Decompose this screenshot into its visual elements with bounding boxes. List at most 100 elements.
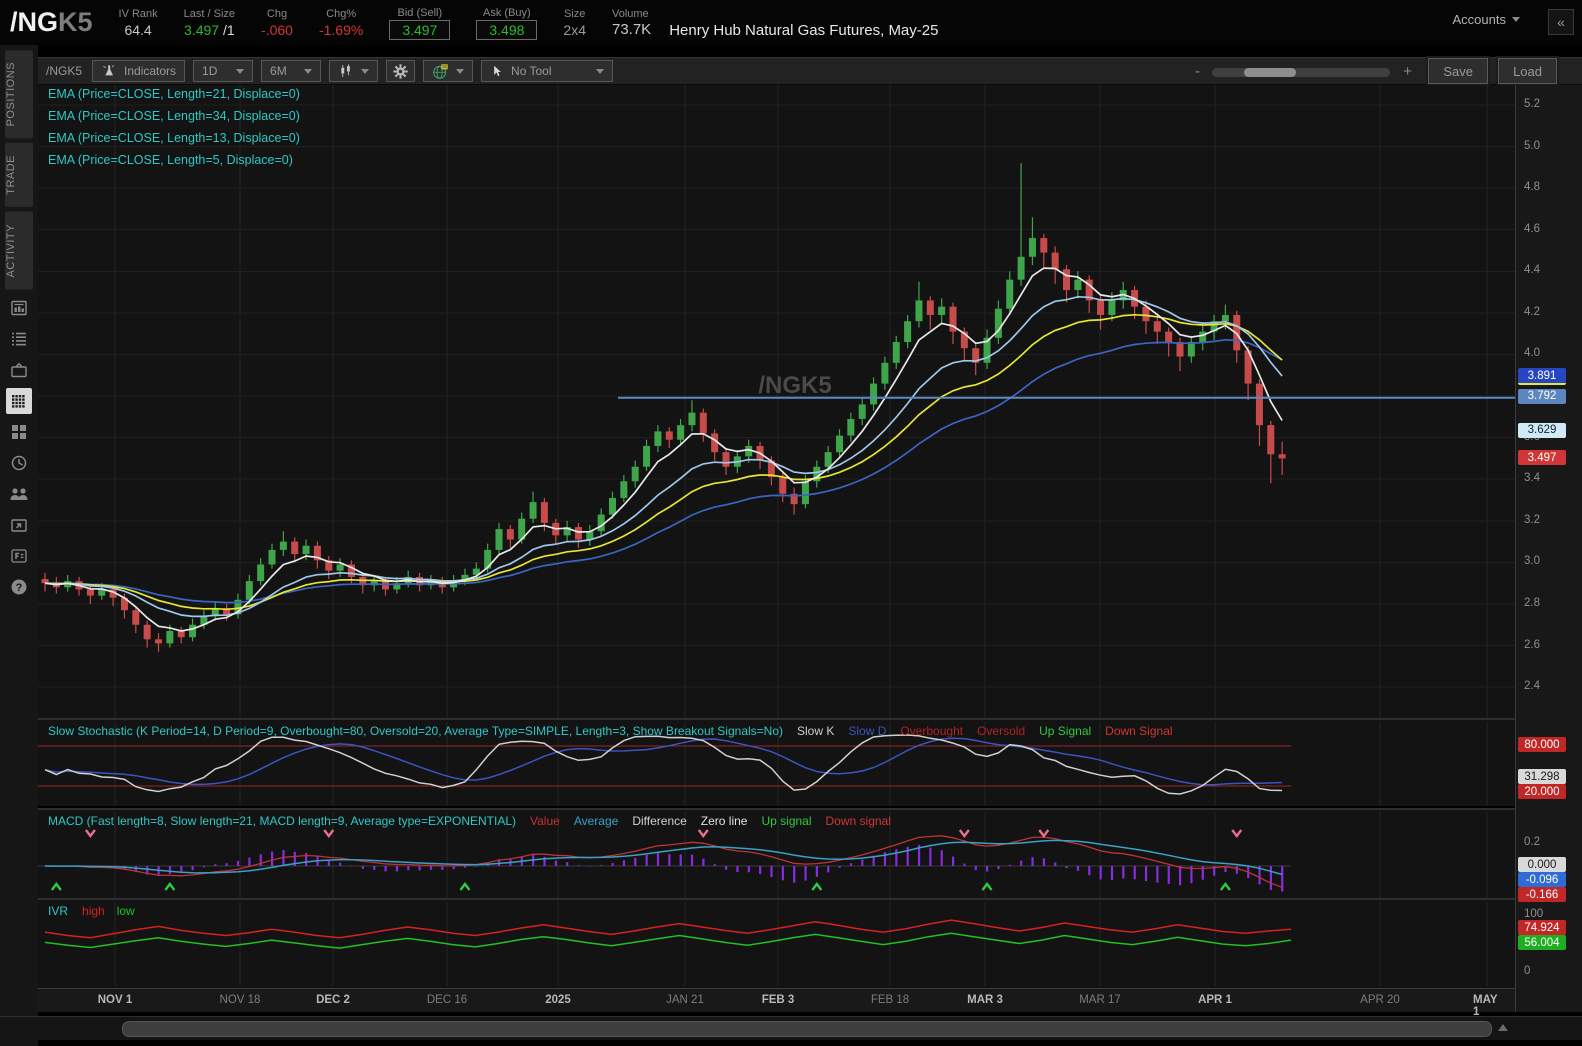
volume-field: Volume 73.7K (612, 7, 651, 39)
chevron-down-icon (361, 68, 370, 74)
active-tool-select[interactable]: No Tool (481, 60, 614, 82)
chg-pct-label: Chg% (326, 7, 357, 20)
price-tick-label: 5.0 (1524, 139, 1540, 152)
size-label: Size (563, 7, 586, 20)
formula-icon[interactable] (6, 543, 32, 569)
collapse-panel-button[interactable]: « (1548, 9, 1574, 35)
last-size-label: Last / Size (183, 7, 236, 20)
ivr-tick-label: 0 (1524, 965, 1531, 977)
ivr-value-bubble: 56.004 (1518, 935, 1566, 951)
ema-34-legend[interactable]: EMA (Price=CLOSE, Length=34, Displace=0) (48, 109, 300, 123)
accounts-menu[interactable]: Accounts (1453, 12, 1520, 27)
time-tick-label: NOV 1 (97, 994, 133, 1006)
iv-rank-field: IV Rank 64.4 (119, 7, 158, 39)
legend-item: Down signal (825, 814, 891, 828)
drawing-tools-select[interactable] (423, 60, 474, 82)
ask-button[interactable]: 3.498 (476, 19, 538, 40)
main-chart-canvas[interactable]: /NGK5 (38, 85, 1515, 718)
stochastic-value-bubble: 80.000 (1518, 737, 1566, 752)
help-icon[interactable]: ? (6, 574, 32, 600)
time-tick-label: JAN 21 (666, 994, 704, 1006)
price-tick-label: 2.6 (1524, 638, 1540, 651)
time-tick-label: DEC 16 (426, 994, 468, 1006)
macd-value-bubble: 0.000 (1518, 857, 1566, 872)
chart-settings-button[interactable] (386, 60, 416, 82)
stochastic-plot-legend: Slow K Slow D Overbought Oversold Up Signal D… (797, 724, 1173, 738)
chg-label: Chg (266, 7, 288, 20)
time-tick-label: FEB 3 (761, 994, 795, 1006)
macd-study-label[interactable]: MACD (Fast length=8, Slow length=21, MAC… (48, 814, 516, 828)
globe-drawings-icon (433, 63, 448, 79)
price-tick-label: 4.6 (1524, 222, 1540, 235)
sidebar-tab-trade[interactable]: TRADE (5, 143, 33, 208)
symbol-title: /NGK5 (0, 7, 93, 38)
ema-5-legend[interactable]: EMA (Price=CLOSE, Length=5, Displace=0) (48, 153, 293, 167)
indicators-button[interactable]: Indicators (92, 60, 186, 82)
indicators-label: Indicators (124, 64, 177, 78)
symbol-suffix: K5 (58, 7, 93, 37)
price-bubble: 3.629 (1518, 422, 1566, 438)
candlestick-icon (341, 64, 350, 77)
inbox-icon[interactable] (6, 512, 32, 538)
time-axis[interactable]: NOV 1 NOV 18 DEC 2 DEC 16 2025 JAN 21 FEB 3 FEB… (38, 988, 1515, 1018)
range-select[interactable]: 6M (261, 60, 322, 82)
sidebar-tab-positions[interactable]: POSITIONS (5, 50, 33, 139)
community-icon[interactable] (6, 481, 32, 507)
toolbar-symbol-label: /NGK5 (46, 64, 83, 78)
ask-field: Ask (Buy) 3.498 (476, 6, 538, 40)
chg-value: -.060 (261, 21, 293, 38)
sidebar-tab-activity[interactable]: ACTIVITY (5, 212, 33, 290)
price-tick-label: 4.0 (1524, 347, 1540, 360)
save-button[interactable]: Save (1428, 58, 1488, 84)
chevron-down-icon (1512, 17, 1520, 22)
ema-21-legend[interactable]: EMA (Price=CLOSE, Length=21, Displace=0) (48, 87, 300, 101)
time-tick-label: MAR 3 (967, 994, 1003, 1006)
price-tick-label: 4.8 (1524, 181, 1540, 194)
legend-item: Zero line (700, 814, 748, 828)
ivr-tick-label: 100 (1524, 908, 1544, 920)
ivr-canvas[interactable] (38, 902, 1515, 986)
scrollbar-handle[interactable] (122, 1021, 1492, 1037)
history-icon[interactable] (6, 450, 32, 476)
iv-rank-value: 64.4 (124, 21, 152, 38)
bid-field: Bid (Sell) 3.497 (389, 6, 451, 40)
chg-pct-value: -1.69% (318, 21, 364, 38)
zoom-out-button[interactable]: - (1195, 63, 1200, 80)
bid-label: Bid (Sell) (397, 6, 443, 19)
bid-button[interactable]: 3.497 (389, 19, 451, 40)
range-value: 6M (270, 64, 287, 78)
zoom-slider-handle[interactable] (1244, 68, 1296, 77)
volume-label: Volume (611, 7, 649, 20)
scroll-arrow-icon[interactable] (1498, 1024, 1508, 1031)
last-size-field: Last / Size 3.497 /1 (184, 7, 235, 39)
tv-icon[interactable] (6, 357, 32, 383)
zoom-slider[interactable] (1212, 68, 1390, 77)
chart-type-select[interactable] (329, 60, 379, 82)
cursor-icon (494, 65, 501, 77)
ivr-plot-legend: high low (82, 904, 135, 918)
ema-13-legend[interactable]: EMA (Price=CLOSE, Length=13, Displace=0) (48, 131, 300, 145)
timeframe-select[interactable]: 1D (193, 60, 254, 82)
legend-item: Slow D (848, 724, 887, 738)
time-tick-label: NOV 18 (219, 994, 261, 1006)
zoom-in-button[interactable]: + (1403, 63, 1412, 80)
last-size-value: /1 (222, 21, 235, 38)
ivr-study-label[interactable]: IVR (48, 904, 68, 918)
ivr-legend-row: IVR high low (48, 904, 135, 918)
time-tick-label: APR 1 (1198, 994, 1232, 1006)
load-button[interactable]: Load (1498, 58, 1557, 84)
timeframe-value: 1D (202, 64, 218, 78)
watchlist-icon[interactable] (6, 326, 32, 352)
chevron-down-icon (456, 68, 465, 74)
price-axis[interactable]: 5.25.04.84.64.44.24.03.83.63.43.23.02.82… (1515, 85, 1582, 1012)
legend-item: Up Signal (1039, 724, 1092, 738)
legend-item: high (82, 904, 105, 918)
stochastic-value-bubble: 20.000 (1518, 784, 1566, 800)
stochastic-study-label[interactable]: Slow Stochastic (K Period=14, D Period=9… (48, 724, 783, 738)
chart-icon[interactable] (6, 387, 32, 414)
chart-scrollbar[interactable] (0, 1016, 1582, 1040)
price-tick-label: 4.4 (1524, 264, 1540, 277)
chevron-down-icon (304, 68, 313, 74)
report-icon[interactable] (6, 295, 32, 321)
grid-icon[interactable] (6, 419, 32, 445)
